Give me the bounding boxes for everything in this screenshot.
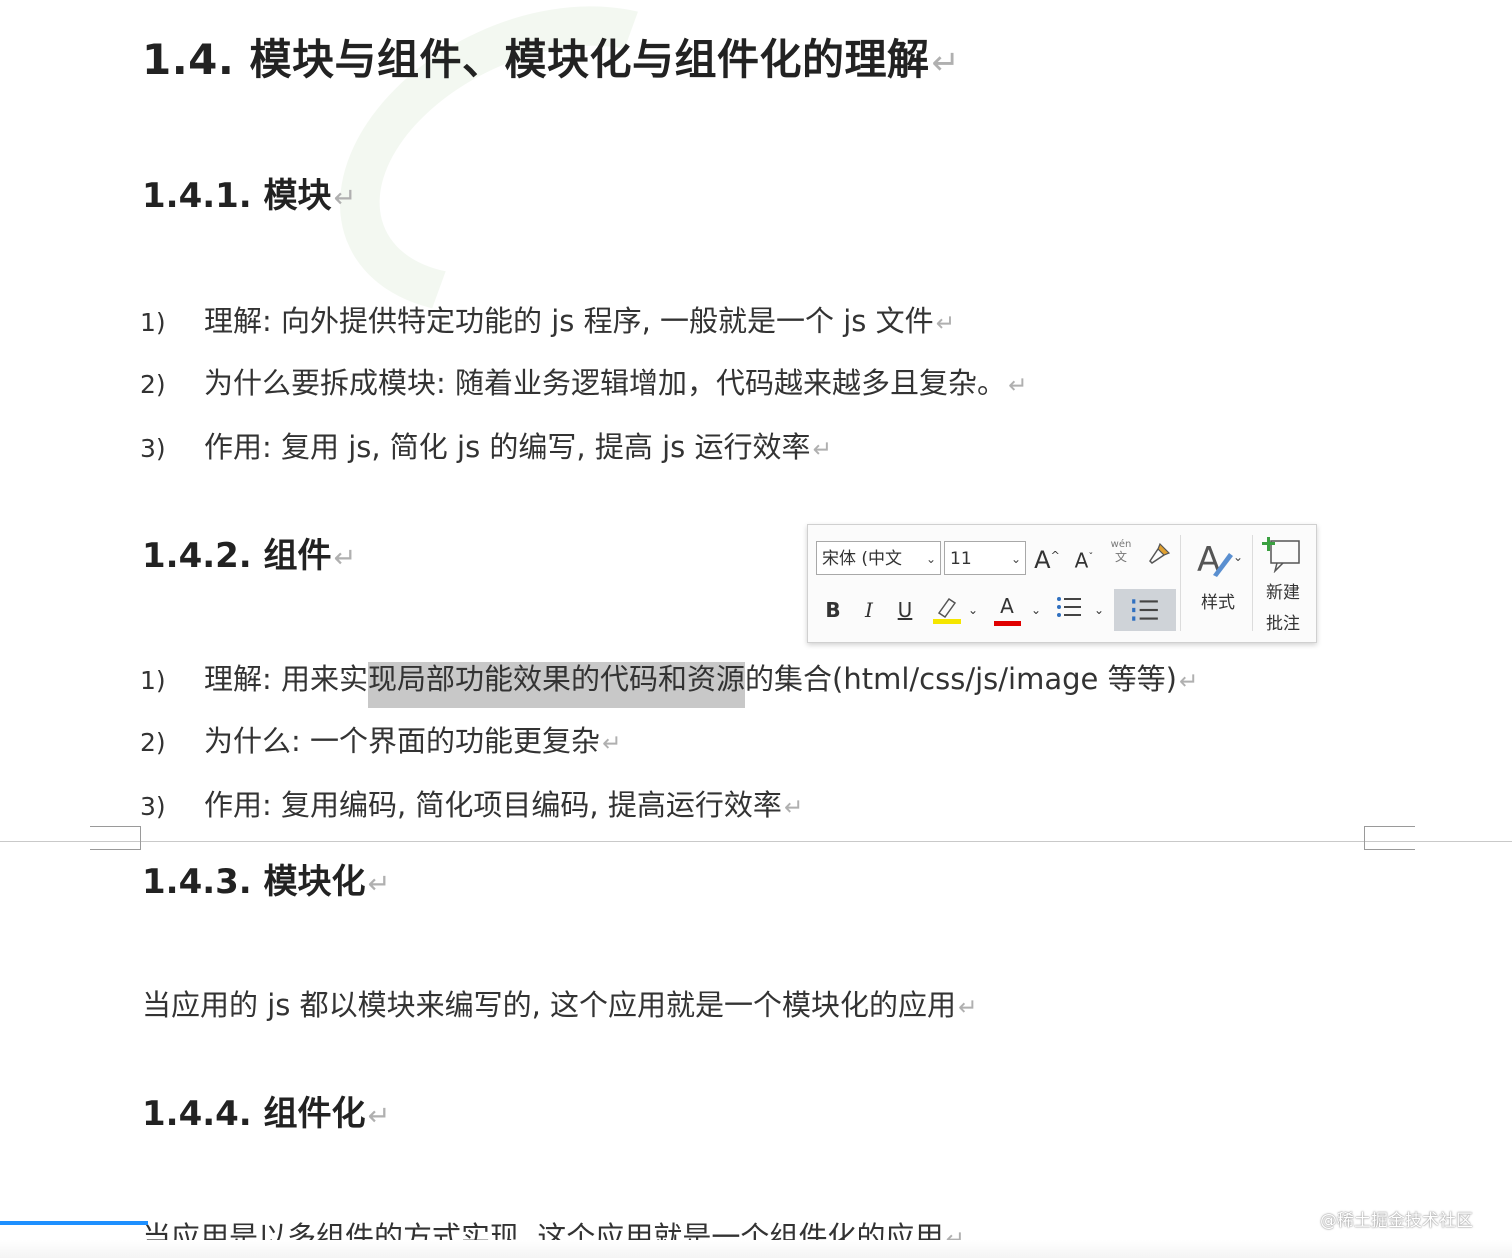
- phonetic-guide-button[interactable]: wén 文: [1106, 539, 1136, 565]
- highlight-color-button[interactable]: [928, 593, 964, 633]
- bottom-edge: [0, 1240, 1512, 1258]
- chevron-down-icon[interactable]: ⌄: [1092, 595, 1106, 625]
- shrink-font-button[interactable]: Aˇ: [1070, 543, 1098, 576]
- floating-format-toolbar: 宋体 (中文 ⌄ 11 ⌄ A^ Aˇ wén 文 B I U ⌄ A ⌄ ⌄ …: [807, 524, 1317, 643]
- format-painter-button[interactable]: [1144, 541, 1174, 575]
- highlight-color-swatch: [933, 619, 961, 624]
- section-heading-modules: 1.4.1. 模块↵: [142, 176, 357, 216]
- page-corner-mark-right: [1364, 826, 1415, 850]
- bullet-list-icon: [1057, 597, 1081, 617]
- chevron-down-icon[interactable]: ⌄: [966, 595, 980, 625]
- list-item: 3) 作用: 复用编码, 简化项目编码, 提高运行效率↵: [140, 788, 804, 822]
- list-item: 1) 理解: 向外提供特定功能的 js 程序, 一般就是一个 js 文件↵: [140, 304, 956, 338]
- font-color-button[interactable]: A: [992, 591, 1022, 626]
- font-size-select[interactable]: 11 ⌄: [944, 541, 1026, 575]
- paintbrush-icon: [1149, 542, 1171, 564]
- bullet-list-button[interactable]: [1054, 593, 1084, 629]
- list-item: 2) 为什么要拆成模块: 随着业务逻辑增加，代码越来越多且复杂。↵: [140, 366, 1028, 400]
- list-item: 3) 作用: 复用 js, 简化 js 的编写, 提高 js 运行效率↵: [140, 430, 832, 464]
- attribution-watermark: @稀土掘金技术社区: [1320, 1211, 1473, 1231]
- highlighter-icon: [933, 597, 961, 624]
- numbered-list-icon: [1132, 599, 1158, 621]
- video-progress-bar[interactable]: [0, 1221, 148, 1225]
- section-heading-components: 1.4.2. 组件↵: [142, 536, 357, 576]
- list-item: 2) 为什么: 一个界面的功能更复杂↵: [140, 724, 622, 758]
- chevron-down-icon[interactable]: ⌄: [1029, 595, 1043, 625]
- page-break-line: [0, 841, 1512, 842]
- italic-button[interactable]: I: [858, 595, 880, 625]
- svg-text:⌄: ⌄: [1233, 550, 1243, 564]
- page-corner-mark-left: [90, 826, 141, 850]
- section-heading-componentization: 1.4.4. 组件化↵: [142, 1094, 391, 1134]
- styles-button[interactable]: A ⌄ 样式: [1188, 537, 1248, 613]
- chevron-down-icon: ⌄: [1010, 552, 1021, 566]
- new-comment-button[interactable]: 新建 批注: [1254, 535, 1312, 634]
- text-selection[interactable]: 现局部功能效果的代码和资源: [368, 662, 746, 708]
- bold-button[interactable]: B: [822, 595, 844, 625]
- toolbar-separator: [1252, 535, 1253, 631]
- list-item: 1) 理解: 用来实现局部功能效果的代码和资源的集合(html/css/js/im…: [140, 656, 1198, 708]
- font-color-swatch: [994, 621, 1021, 626]
- chevron-down-icon: ⌄: [925, 552, 936, 566]
- grow-font-button[interactable]: A^: [1032, 541, 1062, 575]
- section-heading-modularization: 1.4.3. 模块化↵: [142, 862, 391, 902]
- document-title: 1.4. 模块与组件、模块化与组件化的理解↵: [142, 35, 961, 84]
- numbered-list-button[interactable]: [1114, 589, 1176, 631]
- underline-button[interactable]: U: [894, 595, 916, 625]
- toolbar-separator: [1180, 535, 1181, 631]
- styles-icon: A ⌄: [1197, 540, 1243, 580]
- font-name-select[interactable]: 宋体 (中文 ⌄: [816, 541, 941, 575]
- paragraph: 当应用的 js 都以模块来编写的, 这个应用就是一个模块化的应用↵: [142, 988, 978, 1022]
- new-comment-icon: [1262, 537, 1300, 574]
